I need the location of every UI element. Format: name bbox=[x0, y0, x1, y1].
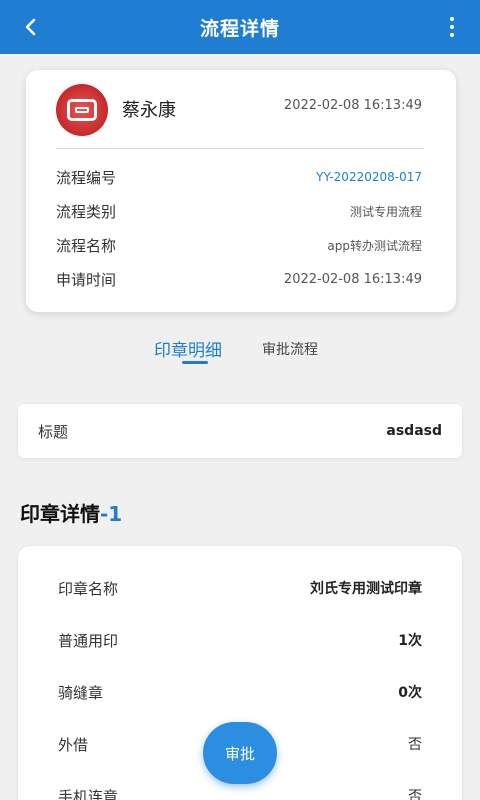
detail-tabs: 印章明细 审批流程 bbox=[0, 336, 480, 370]
mobile-seal-row: 手机连章 否 bbox=[58, 783, 422, 800]
more-vertical-icon bbox=[450, 17, 454, 21]
applicant-name: 蔡永康 bbox=[122, 100, 176, 121]
seal-section-heading: 印章详情-1 bbox=[20, 498, 122, 527]
cross-page-seal-label: 骑缝章 bbox=[58, 683, 104, 702]
seal-section-title: 印章详情 bbox=[20, 502, 100, 526]
process-name-row: 流程名称 app转办测试流程 bbox=[56, 233, 422, 257]
divider bbox=[56, 148, 424, 149]
seal-name-label: 印章名称 bbox=[58, 579, 119, 598]
process-number-label: 流程编号 bbox=[56, 168, 117, 187]
page-title: 流程详情 bbox=[199, 17, 280, 40]
process-number-value[interactable]: YY-20220208-017 bbox=[316, 170, 422, 184]
lend-out-label: 外借 bbox=[58, 735, 89, 754]
process-category-value: 测试专用流程 bbox=[349, 204, 422, 219]
apply-time-label: 申请时间 bbox=[56, 270, 117, 289]
top-app-bar: 流程详情 bbox=[0, 0, 480, 54]
process-category-label: 流程类别 bbox=[56, 202, 117, 221]
lend-out-value: 否 bbox=[408, 737, 422, 753]
more-menu-button[interactable] bbox=[442, 12, 462, 42]
seal-icon bbox=[56, 84, 108, 136]
normal-use-label: 普通用印 bbox=[58, 631, 119, 650]
seal-name-row: 印章名称 刘氏专用测试印章 bbox=[58, 575, 422, 601]
active-tab-indicator bbox=[182, 361, 208, 364]
seal-section-index: -1 bbox=[100, 502, 123, 526]
process-info-card: 蔡永康 2022-02-08 16:13:49 流程编号 YY-20220208… bbox=[26, 70, 456, 312]
process-name-value: app转办测试流程 bbox=[327, 238, 422, 253]
normal-use-row: 普通用印 1次 bbox=[58, 627, 422, 653]
tab-seal-detail[interactable]: 印章明细 bbox=[154, 336, 222, 361]
normal-use-value: 1次 bbox=[398, 633, 422, 649]
process-category-row: 流程类别 测试专用流程 bbox=[56, 199, 422, 223]
applicant-time: 2022-02-08 16:13:49 bbox=[283, 98, 422, 113]
back-button[interactable] bbox=[16, 12, 46, 42]
cross-page-seal-row: 骑缝章 0次 bbox=[58, 679, 422, 705]
mobile-seal-label: 手机连章 bbox=[58, 787, 119, 800]
title-value: asdasd bbox=[386, 423, 442, 439]
seal-name-value: 刘氏专用测试印章 bbox=[310, 581, 422, 597]
apply-time-value: 2022-02-08 16:13:49 bbox=[283, 271, 422, 287]
back-arrow-icon bbox=[25, 18, 36, 36]
title-row: 标题 asdasd bbox=[18, 404, 462, 458]
approve-button[interactable]: 审批 bbox=[203, 722, 277, 784]
apply-time-row: 申请时间 2022-02-08 16:13:49 bbox=[56, 267, 422, 291]
mobile-seal-value: 否 bbox=[408, 789, 422, 800]
cross-page-seal-value: 0次 bbox=[398, 685, 422, 701]
title-label: 标题 bbox=[38, 422, 69, 441]
process-number-row: 流程编号 YY-20220208-017 bbox=[56, 165, 422, 189]
process-name-label: 流程名称 bbox=[56, 236, 117, 255]
tab-approval-flow[interactable]: 审批流程 bbox=[262, 339, 318, 359]
